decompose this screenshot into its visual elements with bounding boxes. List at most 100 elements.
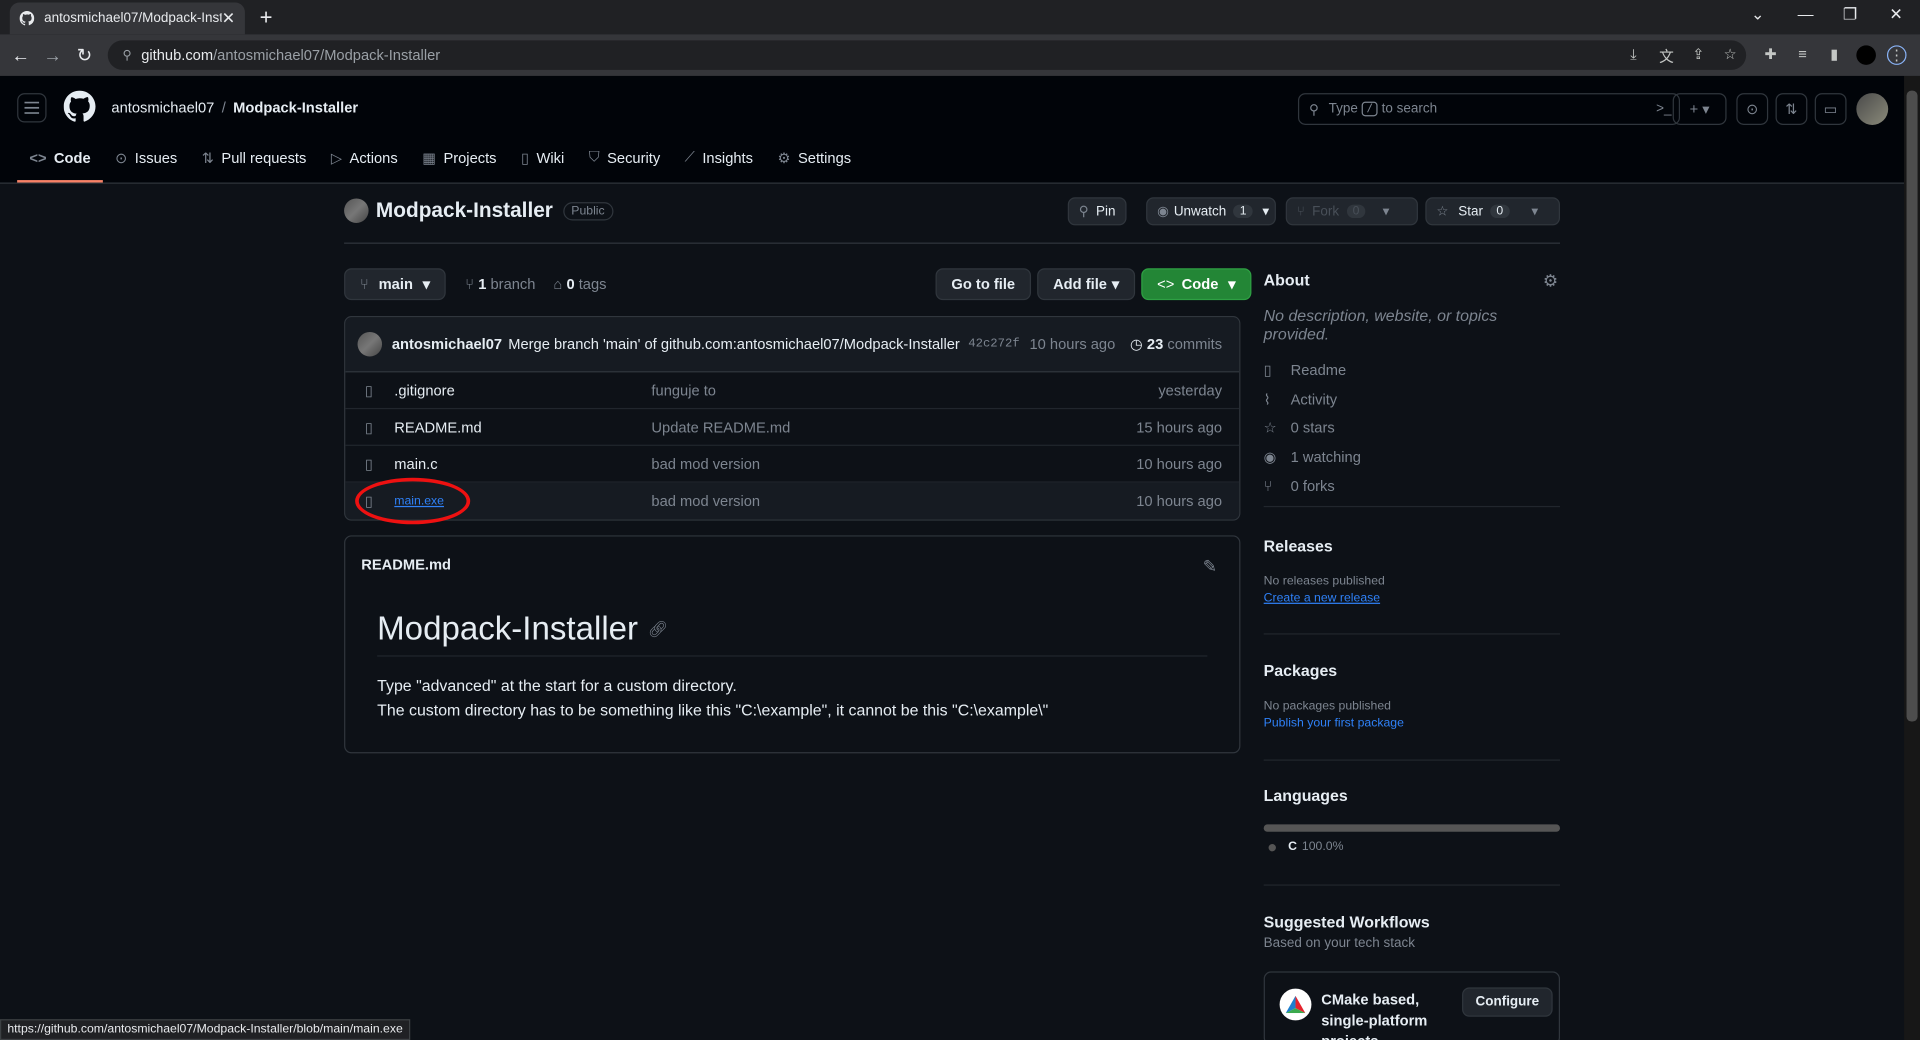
anchor-link-icon[interactable]: 🔗︎ [648,619,668,639]
pin-button[interactable]: ⚲ Pin [1067,197,1127,226]
file-name[interactable]: README.md [394,418,651,435]
tab-actions[interactable]: ▷ Actions [319,142,410,173]
file-name[interactable]: main.c [394,455,651,472]
command-palette-icon[interactable]: >_ [1656,102,1671,117]
address-bar[interactable]: ⚲ github.com /antosmichael07/Modpack-Ins… [107,40,1747,70]
about-gear-icon[interactable]: ⚙ [1543,271,1558,292]
browser-tab-bar: antosmichael07/Modpack-Insta ✕ + ⌄ — ❐ ✕ [0,0,1920,35]
tags-link[interactable]: ⌂ 0 tags [553,276,606,293]
site-info-icon[interactable]: ⚲ [122,48,131,61]
file-commit-message[interactable]: bad mod version [651,455,1136,472]
side-panel-icon[interactable]: ▮ [1825,45,1845,65]
file-commit-message[interactable]: bad mod version [651,492,1136,509]
tab-insights[interactable]: ⟋ Insights [672,142,765,173]
publish-package-link[interactable]: Publish your first package [1264,717,1560,730]
scrollbar-thumb[interactable] [1906,90,1918,722]
tab-wiki[interactable]: ▯ Wiki [509,142,577,173]
fork-button[interactable]: ⑂ Fork 0 ▾ [1285,197,1418,226]
readme-filename[interactable]: README.md [361,556,451,573]
commit-message[interactable]: Merge branch 'main' of github.com:antosm… [508,336,968,353]
owner-link[interactable]: antosmichael07 [111,99,214,116]
star-button[interactable]: ☆ Star 0 ▾ [1425,197,1561,226]
configure-button[interactable]: Configure [1462,987,1553,1017]
sidebar-divider [1263,633,1561,635]
branches-link[interactable]: ⑂ 1 branch [465,276,535,293]
browser-tab[interactable]: antosmichael07/Modpack-Insta ✕ [9,2,245,35]
close-window-icon[interactable]: ✕ [1889,5,1902,25]
create-release-link[interactable]: Create a new release [1264,592,1560,605]
file-commit-message[interactable]: funguje to [651,382,1158,399]
commit-author[interactable]: antosmichael07 [392,336,502,353]
forward-icon[interactable]: → [37,45,69,66]
user-avatar[interactable] [1856,93,1889,125]
bookmark-star-icon[interactable]: ☆ [1720,45,1740,65]
extensions-icon[interactable]: ✚ [1761,45,1781,65]
translate-icon[interactable]: 文 [1657,45,1677,65]
eye-icon: ◉ [1157,204,1169,220]
sidebar-divider [1263,884,1561,886]
pin-icon: ⚲ [1078,204,1089,220]
github-logo-icon[interactable] [63,90,96,123]
media-icon[interactable]: ≡ [1793,45,1813,65]
file-commit-message[interactable]: Update README.md [651,418,1136,435]
tab-search-icon[interactable]: ⌄ [1751,5,1764,25]
table-row[interactable]: ▯ main.c bad mod version 10 hours ago [345,446,1240,483]
issue-circle-icon: ⊙ [1746,100,1759,118]
edit-pencil-icon[interactable]: ✎ [1203,556,1217,577]
create-new-button[interactable]: + ▾ [1672,93,1727,125]
new-tab-icon[interactable]: + [260,5,273,31]
back-icon[interactable]: ← [5,45,37,66]
chevron-down-icon: ▾ [1111,275,1120,293]
issues-button[interactable]: ⊙ [1736,93,1769,125]
github-header: antosmichael07 / Modpack-Installer ⚲ Type … [0,75,1905,184]
tab-security[interactable]: ⛉ Security [576,142,672,173]
watching-link[interactable]: ◉ 1 watching [1264,442,1560,471]
repo-link[interactable]: Modpack-Installer [233,99,358,116]
languages-heading: Languages [1263,786,1348,805]
repo-nav: <> Code ⊙ Issues ⇅ Pull requests ▷ Actions ▦… [17,142,863,183]
restore-icon[interactable]: ❐ [1843,5,1857,25]
file-icon: ▯ [364,455,373,473]
search-input[interactable]: ⚲ Type / to search >_ [1297,93,1681,125]
about-heading: About [1263,270,1310,290]
commits-link[interactable]: ◷ 23 commits [1130,336,1222,353]
code-button[interactable]: <> Code ▾ [1141,268,1252,301]
chrome-menu-icon[interactable]: ⋮ [1886,45,1907,65]
tab-code[interactable]: <> Code [17,142,103,183]
tab-projects[interactable]: ▦ Projects [410,142,509,173]
pull-requests-button[interactable]: ⇅ [1775,93,1808,125]
status-bar-url: https://github.com/antosmichael07/Modpac… [0,1019,411,1040]
profile-avatar[interactable] [1856,45,1876,65]
releases-heading[interactable]: Releases [1264,537,1560,555]
readme-link[interactable]: ▯ Readme [1264,355,1560,384]
hamburger-menu-button[interactable] [17,93,47,123]
table-row[interactable]: ▯ .gitignore funguje to yesterday [345,372,1240,410]
activity-link[interactable]: ⌇ Activity [1264,384,1560,413]
stars-link[interactable]: ☆ 0 stars [1264,413,1560,442]
language-bar [1263,824,1561,832]
minimize-icon[interactable]: — [1798,5,1814,23]
workflows-heading: Suggested Workflows [1263,912,1430,931]
file-name[interactable]: .gitignore [394,382,651,399]
forks-link[interactable]: ⑂ 0 forks [1264,471,1560,500]
share-icon[interactable]: ⇪ [1689,45,1709,65]
add-file-button[interactable]: Add file ▾ [1037,268,1136,301]
language-dot [1268,843,1276,851]
repo-name[interactable]: Modpack-Installer [376,198,553,223]
table-row[interactable]: ▯ README.md Update README.md 15 hours ag… [345,409,1240,446]
tab-pull-requests[interactable]: ⇅ Pull requests [190,142,319,173]
branch-select-button[interactable]: ⑂ main ▾ [344,268,447,301]
table-row[interactable]: ▯ main.exe bad mod version 10 hours ago [345,482,1240,520]
install-app-icon[interactable]: ⤓ [1624,45,1644,65]
go-to-file-button[interactable]: Go to file [935,268,1032,301]
tab-issues[interactable]: ⊙ Issues [103,142,190,173]
unwatch-button[interactable]: ◉ Unwatch 1 ▾ [1146,197,1276,226]
reload-icon[interactable]: ↻ [69,44,101,66]
close-tab-icon[interactable]: ✕ [222,9,235,29]
fork-count: 0 [1346,204,1366,219]
language-item[interactable]: C 100.0% [1264,840,1560,854]
inbox-button[interactable]: ▭ [1814,93,1847,125]
packages-heading[interactable]: Packages [1264,662,1560,680]
tab-settings[interactable]: ⚙ Settings [765,142,863,173]
commit-sha[interactable]: 42c272f [968,337,1019,350]
